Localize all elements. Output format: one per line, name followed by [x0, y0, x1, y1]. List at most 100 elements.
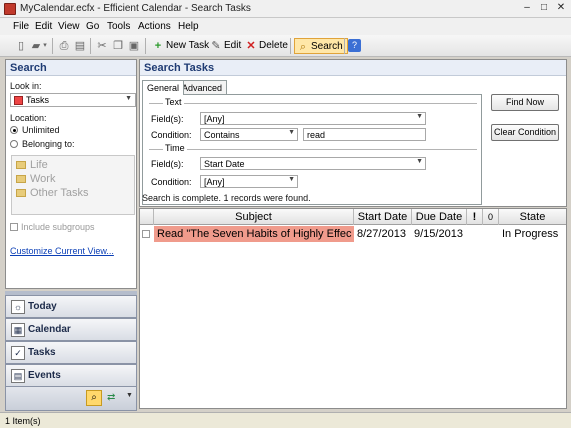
- look-in-select[interactable]: Tasks ▼: [10, 93, 136, 107]
- today-icon: ☼: [11, 300, 25, 314]
- toolbar-separator: [145, 38, 146, 54]
- menu-file[interactable]: File: [13, 21, 29, 32]
- unlimited-label: Unlimited: [22, 125, 60, 135]
- folder-item: Other Tasks: [16, 187, 89, 199]
- menu-actions[interactable]: Actions: [138, 21, 171, 32]
- search-status-message: Search is complete. 1 records were found…: [142, 193, 311, 203]
- status-bar: 1 Item(s): [0, 412, 571, 428]
- menu-help[interactable]: Help: [178, 21, 199, 32]
- row-due-date: 9/15/2013: [414, 228, 463, 240]
- text-fields-select[interactable]: [Any] ▼: [200, 112, 426, 125]
- time-field-label: Field(s):: [151, 159, 184, 169]
- location-label: Location:: [10, 113, 47, 123]
- nav-events[interactable]: ▤ Events: [5, 364, 137, 387]
- nav-today[interactable]: ☼ Today: [5, 295, 137, 318]
- tab-advanced[interactable]: Advanced: [177, 80, 228, 94]
- toolbar-separator: [52, 38, 53, 54]
- edit-icon: ✎: [211, 40, 221, 52]
- text-fields-label: Field(s):: [151, 114, 184, 124]
- column-header-due-date[interactable]: Due Date: [412, 209, 467, 225]
- look-in-value: Tasks: [26, 95, 50, 105]
- minimize-button[interactable]: –: [520, 2, 534, 15]
- search-text-input[interactable]: read: [303, 128, 426, 141]
- maximize-button[interactable]: □: [537, 2, 551, 15]
- toolbar-separator: [344, 38, 345, 54]
- search-options-panel: Search Look in: Tasks ▼ Location: Unlimi…: [5, 59, 137, 289]
- text-condition-label: Condition:: [151, 130, 192, 140]
- search-tasks-header: Search Tasks: [140, 60, 566, 76]
- time-field-select[interactable]: Start Date ▼: [200, 157, 426, 170]
- time-condition-select[interactable]: [Any] ▼: [200, 175, 298, 188]
- folder-item: Work: [16, 173, 55, 185]
- column-header-priority[interactable]: !: [467, 209, 483, 225]
- row-start-date: 8/27/2013: [357, 228, 406, 240]
- dropdown-arrow-icon[interactable]: ▾: [41, 39, 49, 53]
- look-in-label: Look in:: [10, 81, 42, 91]
- edit-button[interactable]: ✎ Edit: [208, 38, 241, 54]
- folder-icon: [16, 161, 26, 170]
- toolbar-separator: [290, 38, 291, 54]
- group-divider: [149, 103, 477, 104]
- copy-icon[interactable]: ❐: [111, 39, 125, 53]
- chevron-down-icon: ▼: [125, 95, 132, 102]
- nav-footer: ⌕ ⇄ ▼: [5, 386, 137, 411]
- print-icon[interactable]: ⎙: [57, 39, 71, 53]
- folder-list: Life Work Other Tasks: [11, 155, 135, 215]
- column-header-subject[interactable]: Subject: [154, 209, 354, 225]
- include-subgroups-label: Include subgroups: [21, 222, 95, 232]
- table-row[interactable]: Read "The Seven Habits of Highly Effec 8…: [140, 226, 566, 242]
- paste-icon[interactable]: ▣: [127, 39, 141, 53]
- time-field-value: Start Date: [204, 159, 245, 169]
- menu-tools[interactable]: Tools: [107, 21, 130, 32]
- clear-condition-button[interactable]: Clear Condition: [491, 124, 559, 141]
- menu-edit[interactable]: Edit: [35, 21, 52, 32]
- grid-header: Subject Start Date Due Date ! 0 State: [140, 209, 566, 225]
- folder-icon: [16, 175, 26, 184]
- nav-calendar[interactable]: ▦ Calendar: [5, 318, 137, 341]
- delete-button[interactable]: ✕ Delete: [243, 38, 288, 54]
- tab-general[interactable]: General: [142, 80, 185, 95]
- edit-label: Edit: [224, 40, 242, 51]
- search-options-header: Search: [6, 60, 136, 76]
- search-tasks-panel: Search Tasks General Advanced Text Field…: [139, 59, 567, 207]
- search-shortcut-icon[interactable]: ⌕: [86, 390, 102, 406]
- time-condition-value: [Any]: [204, 177, 225, 187]
- toolbar-separator: [90, 38, 91, 54]
- unlimited-radio[interactable]: [10, 126, 18, 134]
- include-subgroups-checkbox[interactable]: [10, 223, 18, 231]
- sync-icon[interactable]: ⇄: [107, 392, 115, 403]
- chevron-down-icon[interactable]: ▼: [126, 392, 133, 399]
- column-header-attachment[interactable]: 0: [483, 209, 499, 225]
- search-icon: ⌕: [299, 41, 307, 53]
- text-condition-select[interactable]: Contains ▼: [200, 128, 298, 141]
- general-tab-body: Text Field(s): [Any] ▼ Condition: Contai…: [142, 94, 482, 205]
- cut-icon[interactable]: ✂: [95, 39, 109, 53]
- menu-go[interactable]: Go: [86, 21, 99, 32]
- belonging-to-radio[interactable]: [10, 140, 18, 148]
- print-preview-icon[interactable]: ▤: [73, 39, 87, 53]
- search-button[interactable]: ⌕ Search: [294, 38, 348, 54]
- help-icon[interactable]: ?: [348, 39, 361, 52]
- column-header-start-date[interactable]: Start Date: [354, 209, 412, 225]
- app-icon: [4, 3, 16, 15]
- delete-icon: ✕: [246, 40, 256, 52]
- customize-view-link[interactable]: Customize Current View...: [10, 246, 114, 256]
- close-button[interactable]: ✕: [554, 2, 568, 15]
- new-task-button[interactable]: + New Task: [150, 38, 209, 54]
- column-header-state[interactable]: State: [499, 209, 566, 225]
- delete-label: Delete: [259, 40, 288, 51]
- text-condition-value: Contains: [204, 130, 240, 140]
- results-grid: Subject Start Date Due Date ! 0 State Re…: [139, 208, 567, 409]
- menu-bar: File Edit View Go Tools Actions Help: [0, 18, 571, 35]
- nav-tasks[interactable]: ✓ Tasks: [5, 341, 137, 364]
- text-group-label: Text: [163, 97, 184, 107]
- row-checkbox[interactable]: [142, 230, 150, 238]
- column-header-icon[interactable]: [140, 209, 154, 225]
- item-count: 1 Item(s): [5, 416, 41, 426]
- chevron-down-icon: ▼: [288, 129, 295, 136]
- events-icon: ▤: [11, 369, 25, 383]
- new-file-icon[interactable]: ▯: [14, 39, 28, 53]
- folder-icon: [16, 189, 26, 198]
- menu-view[interactable]: View: [58, 21, 80, 32]
- find-now-button[interactable]: Find Now: [491, 94, 559, 111]
